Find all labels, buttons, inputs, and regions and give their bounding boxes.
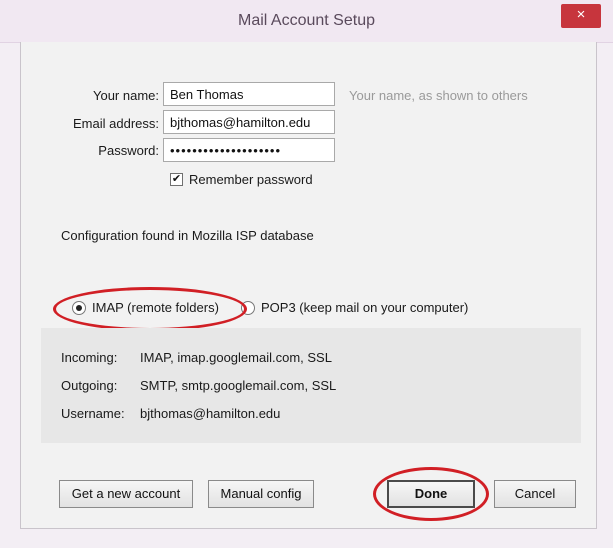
- password-field[interactable]: [163, 138, 335, 162]
- get-new-account-button[interactable]: Get a new account: [59, 480, 193, 508]
- email-field[interactable]: [163, 110, 335, 134]
- password-label: Password:: [98, 143, 159, 158]
- name-hint: Your name, as shown to others: [349, 88, 528, 103]
- close-icon: ×: [576, 6, 586, 23]
- manual-config-button[interactable]: Manual config: [208, 480, 314, 508]
- config-status-text: Configuration found in Mozilla ISP datab…: [61, 228, 314, 243]
- incoming-value: IMAP, imap.googlemail.com, SSL: [140, 350, 332, 365]
- close-button[interactable]: ×: [561, 4, 601, 28]
- dialog-body: Your name: Your name, as shown to others…: [20, 42, 597, 529]
- window-title: Mail Account Setup: [238, 12, 375, 29]
- remember-password-label: Remember password: [189, 172, 313, 187]
- username-label: Username:: [61, 406, 125, 421]
- outgoing-value: SMTP, smtp.googlemail.com, SSL: [140, 378, 337, 393]
- pop3-label[interactable]: POP3 (keep mail on your computer): [261, 300, 468, 315]
- title-bar[interactable]: Mail Account Setup ×: [0, 0, 613, 43]
- server-details-panel: Incoming: IMAP, imap.googlemail.com, SSL…: [41, 328, 581, 443]
- outgoing-label: Outgoing:: [61, 378, 118, 393]
- done-highlight-ring: [373, 467, 489, 521]
- imap-highlight-ring: [53, 287, 247, 331]
- incoming-label: Incoming:: [61, 350, 118, 365]
- email-label: Email address:: [73, 116, 159, 131]
- remember-password-checkbox[interactable]: ✔: [170, 173, 183, 186]
- dialog-window: Mail Account Setup × Your name: Your nam…: [0, 0, 613, 548]
- name-label: Your name:: [92, 88, 159, 103]
- cancel-button[interactable]: Cancel: [494, 480, 576, 508]
- name-field[interactable]: [163, 82, 335, 106]
- username-value: bjthomas@hamilton.edu: [140, 406, 281, 421]
